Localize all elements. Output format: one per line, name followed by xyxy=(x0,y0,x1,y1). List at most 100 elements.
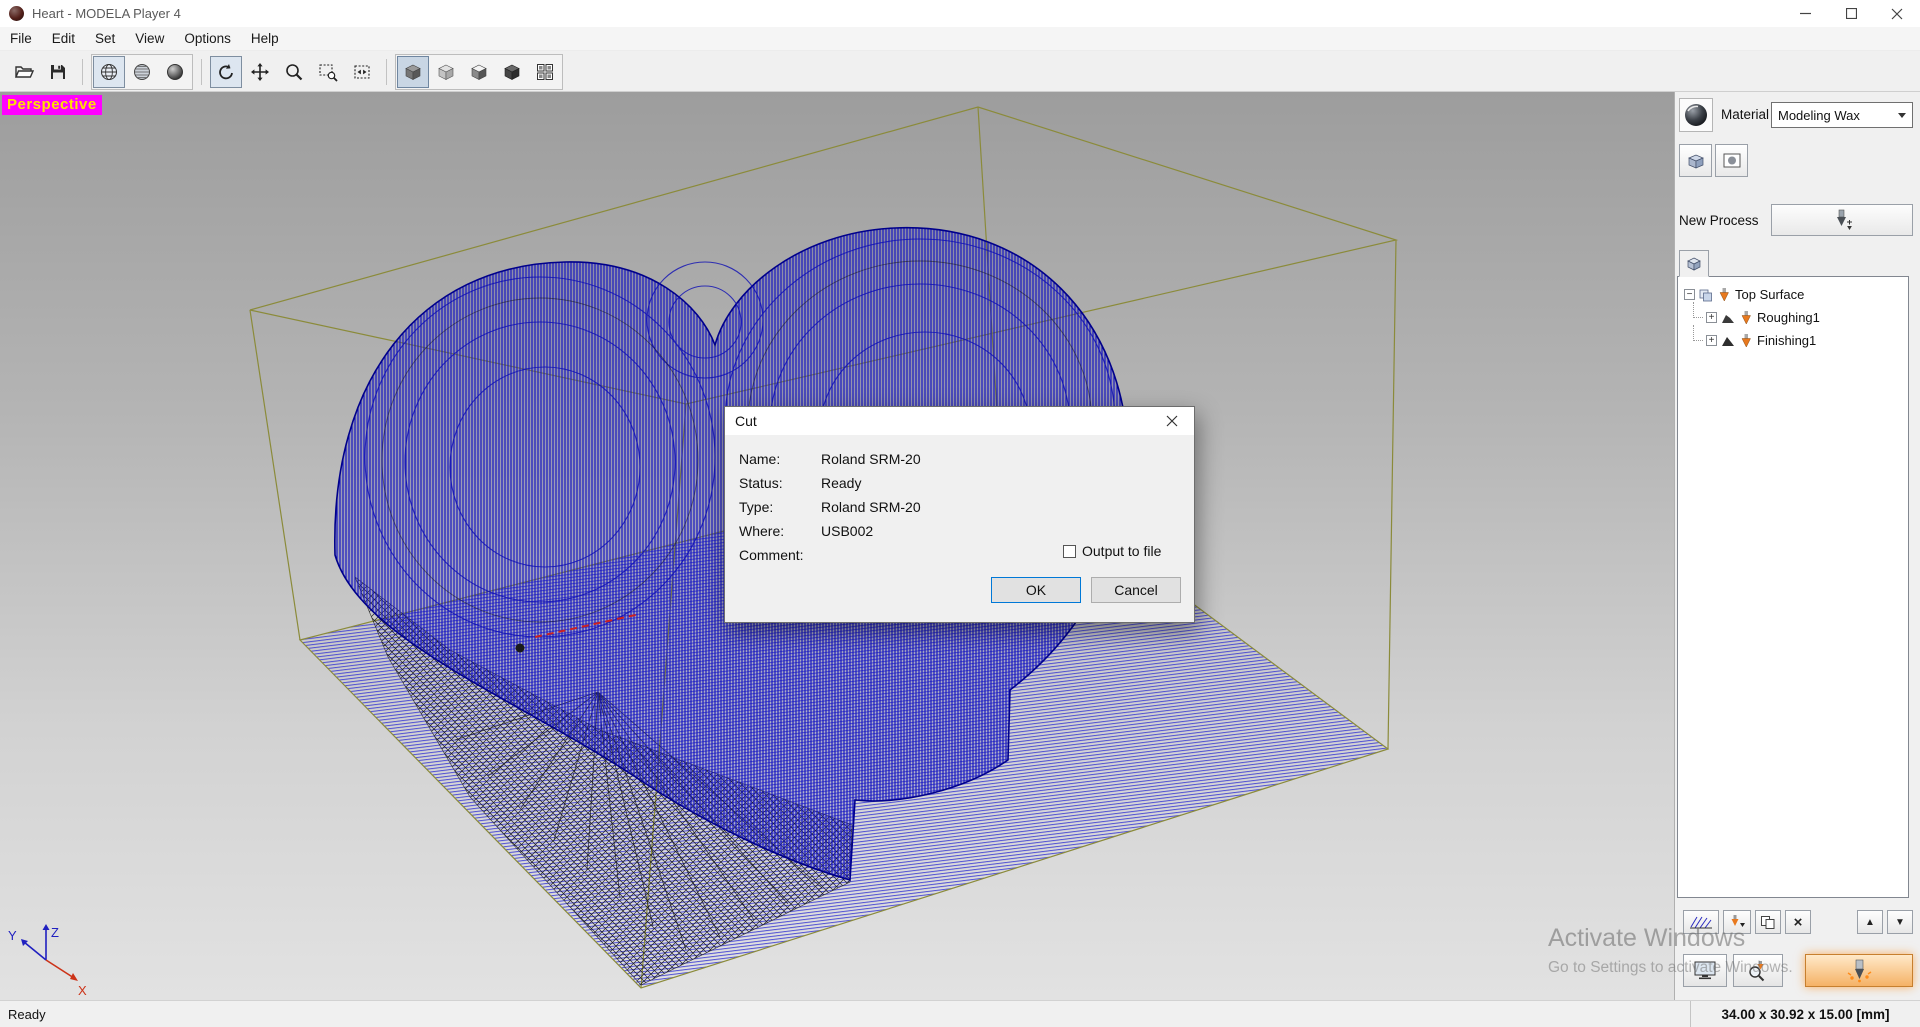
sphere-shaded-icon xyxy=(167,63,183,80)
printer-where-value: USB002 xyxy=(821,523,874,539)
cube-light-icon xyxy=(438,64,454,80)
menubar: File Edit Set View Options Help xyxy=(0,27,1920,51)
close-icon xyxy=(1166,415,1177,427)
display-dark-button[interactable] xyxy=(496,56,528,88)
axis-x-label: X xyxy=(78,983,87,998)
sphere-lines-icon xyxy=(134,63,150,80)
monitor-icon xyxy=(1694,961,1716,980)
display-mode-group xyxy=(395,53,563,90)
minimize-icon xyxy=(1799,12,1811,15)
tool-icon xyxy=(1719,287,1729,302)
minimize-button[interactable] xyxy=(1782,0,1828,27)
tree-item-top-surface[interactable]: − Top Surface xyxy=(1678,283,1908,306)
printer-type-label: Type: xyxy=(739,499,774,515)
printer-where-label: Where: xyxy=(739,523,785,539)
expand-box-icon[interactable]: + xyxy=(1706,312,1717,323)
chevron-down-icon xyxy=(1898,112,1906,118)
menu-options[interactable]: Options xyxy=(174,27,241,51)
up-arrow-icon: ▲ xyxy=(1865,916,1875,928)
menu-edit[interactable]: Edit xyxy=(42,27,85,51)
zoom-button[interactable] xyxy=(278,56,310,88)
view-mode-group xyxy=(91,53,193,90)
axis-indicator: Z Y X xyxy=(8,924,87,998)
cube-face-icon xyxy=(471,64,487,80)
toolbar xyxy=(0,52,1920,92)
tree-label: Finishing1 xyxy=(1757,333,1817,348)
ok-button[interactable]: OK xyxy=(991,577,1081,603)
display-light-button[interactable] xyxy=(430,56,462,88)
toolbar-separator xyxy=(82,58,83,85)
milling-tool-icon xyxy=(1837,209,1852,230)
display-solid-button[interactable] xyxy=(397,55,429,88)
view-mode-label: Perspective xyxy=(2,95,102,115)
output-to-file-label: Output to file xyxy=(1082,543,1162,559)
maximize-button[interactable] xyxy=(1828,0,1874,27)
menu-set[interactable]: Set xyxy=(85,27,125,51)
tool-down-icon xyxy=(1731,915,1745,927)
tree-item-finishing[interactable]: + Finishing1 xyxy=(1678,325,1908,352)
pan-button[interactable] xyxy=(244,56,276,88)
move-down-button[interactable]: ▼ xyxy=(1887,910,1913,934)
checkbox-icon xyxy=(1063,544,1076,558)
cut-dialog-title: Cut xyxy=(735,413,757,429)
cube-dark-icon xyxy=(504,64,520,80)
copy-icon xyxy=(1761,915,1775,929)
window-title: Heart - MODELA Player 4 xyxy=(32,6,181,21)
open-button[interactable] xyxy=(8,56,40,88)
rotate-button[interactable] xyxy=(210,55,242,88)
magnifier-tool-icon xyxy=(1749,960,1765,981)
multi-view-button[interactable] xyxy=(529,56,561,88)
tree-item-roughing[interactable]: + Roughing1 xyxy=(1678,302,1908,329)
toolpath-display-button[interactable] xyxy=(1683,910,1719,934)
cutting-tool-icon xyxy=(1847,959,1872,982)
delete-process-button[interactable]: × xyxy=(1785,910,1811,934)
menu-help[interactable]: Help xyxy=(241,27,289,51)
pan-move-icon xyxy=(251,62,269,81)
material-select[interactable]: Modeling Wax xyxy=(1771,102,1913,128)
axis-y-label: Y xyxy=(8,928,17,943)
magnifier-icon xyxy=(286,63,303,80)
preview-screen-button[interactable] xyxy=(1683,954,1727,987)
cut-button[interactable] xyxy=(1805,954,1913,987)
tool-setting-button[interactable] xyxy=(1723,910,1751,934)
toolbar-separator xyxy=(386,58,387,85)
model-tab[interactable] xyxy=(1679,250,1709,277)
app-window: Heart - MODELA Player 4 File Edit Set Vi… xyxy=(0,0,1920,1027)
dialog-close-button[interactable] xyxy=(1149,407,1194,435)
main-area: Z Y X Perspective Material Modeling Wax … xyxy=(0,92,1920,1000)
menu-file[interactable]: File xyxy=(0,27,42,51)
fit-view-icon xyxy=(354,64,370,79)
cutting-preview-button[interactable] xyxy=(1733,954,1783,987)
model-setup-button[interactable] xyxy=(1679,144,1712,177)
collapse-box-icon[interactable]: − xyxy=(1684,289,1695,300)
display-face-button[interactable] xyxy=(463,56,495,88)
output-to-file-checkbox[interactable]: Output to file xyxy=(1063,543,1161,559)
zoom-box-button[interactable] xyxy=(312,56,344,88)
material-ball-button[interactable] xyxy=(1679,98,1713,132)
move-up-button[interactable]: ▲ xyxy=(1857,910,1883,934)
preview-button[interactable] xyxy=(1715,144,1748,177)
printer-status-label: Status: xyxy=(739,475,783,491)
expand-box-icon[interactable]: + xyxy=(1706,335,1717,346)
view-lines-button[interactable] xyxy=(126,56,158,88)
status-message: Ready xyxy=(8,1006,46,1022)
view-perspective-button[interactable] xyxy=(93,55,125,88)
multi-view-grid-icon xyxy=(537,63,553,80)
close-icon xyxy=(1891,8,1903,19)
new-process-button[interactable] xyxy=(1771,204,1913,236)
printer-name-value: Roland SRM-20 xyxy=(821,451,921,467)
delete-icon: × xyxy=(1793,913,1803,931)
output-toolbar xyxy=(1683,954,1913,987)
fit-view-button[interactable] xyxy=(346,56,378,88)
view-shaded-button[interactable] xyxy=(159,56,191,88)
cut-dialog-titlebar[interactable]: Cut xyxy=(725,407,1194,435)
printer-status-value: Ready xyxy=(821,475,862,491)
maximize-icon xyxy=(1845,8,1857,19)
close-button[interactable] xyxy=(1874,0,1920,27)
cancel-button[interactable]: Cancel xyxy=(1091,577,1181,603)
menu-view[interactable]: View xyxy=(125,27,174,51)
save-button[interactable] xyxy=(42,56,74,88)
copy-process-button[interactable] xyxy=(1755,910,1781,934)
roughing-stage-icon xyxy=(1722,314,1734,323)
printer-type-value: Roland SRM-20 xyxy=(821,499,921,515)
